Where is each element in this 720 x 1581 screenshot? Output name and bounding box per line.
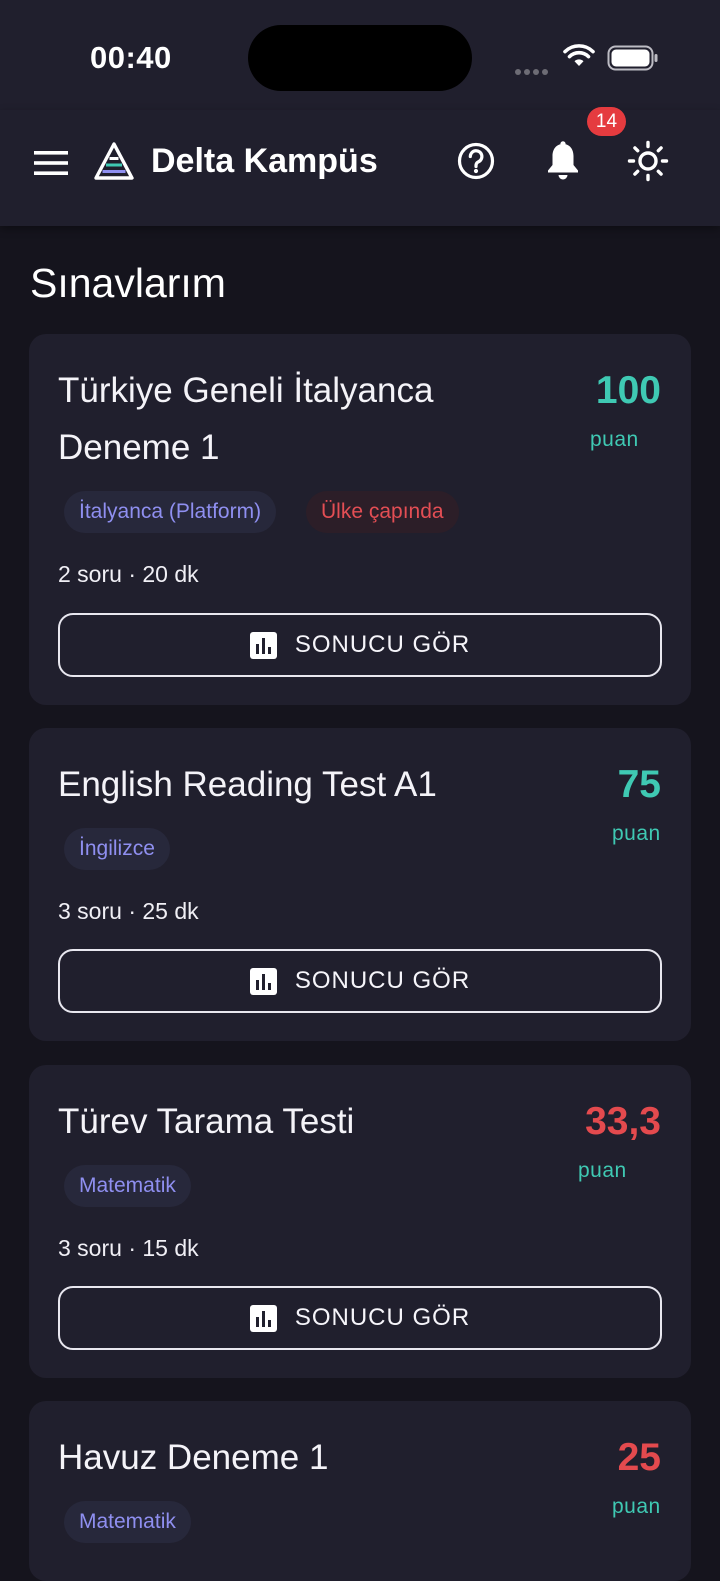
view-result-label: SONUCU GÖR (294, 967, 471, 994)
app-title: Delta Kampüs (151, 142, 378, 180)
subject-chip: İngilizce (64, 828, 170, 870)
wifi-icon (563, 44, 595, 66)
menu-icon[interactable] (34, 150, 68, 176)
exam-title: Türev Tarama Testi (58, 1102, 355, 1141)
score-unit: puan (590, 428, 639, 451)
view-result-button[interactable]: SONUCU GÖR (58, 613, 662, 677)
exam-card: Havuz Deneme 1 25 puan Matematik (29, 1401, 691, 1581)
subject-chip: İtalyanca (Platform) (64, 491, 277, 533)
exam-card: English Reading Test A1 75 puan İngilizc… (29, 728, 691, 1041)
view-result-label: SONUCU GÖR (294, 1304, 471, 1331)
battery-icon (607, 45, 658, 71)
app-bar: Delta Kampüs 14 (0, 107, 720, 226)
exam-title: English Reading Test A1 (58, 765, 437, 804)
subject-chip: Matematik (64, 1501, 191, 1543)
score-unit: puan (578, 1159, 627, 1182)
subject-chip: Matematik (64, 1165, 191, 1207)
bar-chart-icon (249, 631, 277, 659)
sun-icon[interactable] (627, 140, 669, 182)
exam-meta: 2 soru · 20 dk (58, 561, 199, 587)
signal-icon (515, 62, 551, 80)
exam-score: 75 (617, 763, 661, 806)
exam-score: 33,3 (585, 1100, 661, 1143)
view-result-label: SONUCU GÖR (294, 631, 471, 658)
exam-meta: 3 soru · 15 dk (58, 1235, 199, 1261)
view-result-button[interactable]: SONUCU GÖR (58, 949, 662, 1013)
bell-icon[interactable] (545, 141, 581, 181)
exam-title: Türkiye Geneli İtalyanca Deneme 1 (58, 371, 434, 467)
scope-chip: Ülke çapında (306, 491, 459, 533)
notification-badge: 14 (587, 107, 626, 136)
view-result-button[interactable]: SONUCU GÖR (58, 1286, 662, 1350)
exam-score: 100 (595, 369, 661, 412)
exam-card: Türev Tarama Testi 33,3 puan Matematik 3… (29, 1065, 691, 1378)
exam-score: 25 (617, 1436, 661, 1479)
bar-chart-icon (249, 967, 277, 995)
score-unit: puan (612, 822, 661, 845)
score-unit: puan (612, 1495, 661, 1518)
status-bar: 00:40 (0, 0, 720, 110)
exam-title: Havuz Deneme 1 (58, 1438, 329, 1477)
bar-chart-icon (249, 1304, 277, 1332)
exam-meta: 3 soru · 25 dk (58, 898, 199, 924)
delta-logo-icon (94, 142, 134, 180)
status-time: 00:40 (90, 40, 172, 75)
exam-card: Türkiye Geneli İtalyanca Deneme 1 100 pu… (29, 334, 691, 705)
page-title: Sınavlarım (30, 260, 226, 306)
dynamic-island (248, 25, 472, 91)
help-icon[interactable] (457, 142, 495, 180)
